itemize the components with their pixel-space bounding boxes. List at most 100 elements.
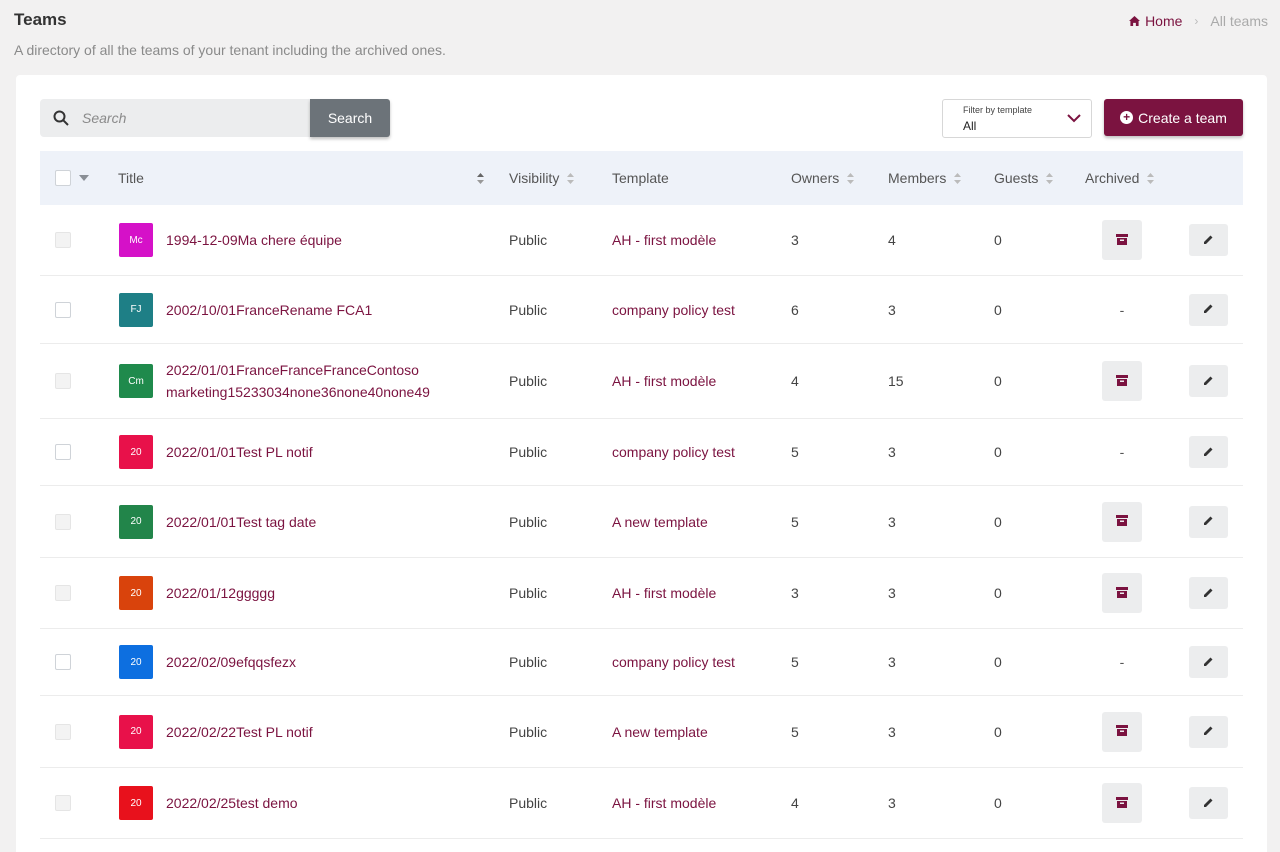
column-archived[interactable]: Archived: [1085, 151, 1155, 205]
column-visibility[interactable]: Visibility: [509, 151, 575, 205]
table-row: 20 2022/01/01Test PL notif Public company p…: [40, 419, 1243, 486]
team-title-link[interactable]: 2022/01/01FranceFranceFranceContoso: [166, 359, 419, 381]
owners-count: 6: [791, 301, 799, 318]
template-link[interactable]: A new template: [612, 724, 708, 740]
archive-button[interactable]: [1102, 711, 1142, 752]
team-avatar: Cm: [119, 364, 153, 398]
owners-count: 5: [791, 654, 799, 670]
caret-down-icon[interactable]: [79, 175, 89, 181]
team-avatar: 20: [119, 714, 153, 749]
visibility-value: Public: [509, 795, 548, 811]
archive-icon: [1116, 514, 1128, 529]
search-box: [40, 99, 310, 137]
select-all-control[interactable]: [55, 151, 89, 205]
visibility-value: Public: [509, 654, 548, 670]
archive-button[interactable]: [1102, 573, 1142, 613]
column-template-label: Template: [612, 170, 669, 186]
team-title-link[interactable]: 2022/02/22Test PL notif: [166, 721, 313, 743]
row-checkbox[interactable]: [55, 373, 71, 389]
guests-count: 0: [994, 444, 1002, 460]
owners-count: 5: [791, 444, 799, 460]
edit-button[interactable]: [1189, 436, 1228, 468]
template-link[interactable]: company policy test: [612, 302, 735, 318]
row-checkbox[interactable]: [55, 585, 71, 601]
edit-button[interactable]: [1189, 224, 1228, 256]
row-checkbox[interactable]: [55, 513, 71, 530]
archive-button[interactable]: [1102, 501, 1142, 542]
row-checkbox[interactable]: [55, 723, 71, 740]
owners-count: 5: [791, 513, 799, 530]
edit-button[interactable]: [1189, 505, 1228, 538]
edit-button[interactable]: [1189, 293, 1228, 326]
guests-count: 0: [994, 585, 1002, 601]
team-avatar: 20: [119, 504, 153, 539]
row-checkbox[interactable]: [55, 795, 71, 811]
table-body: Mc 1994-12-09Ma chere équipe Public AH - fi…: [40, 205, 1243, 839]
members-count: 3: [888, 301, 896, 318]
members-count: 3: [888, 444, 896, 460]
create-team-button[interactable]: + Create a team: [1104, 99, 1243, 136]
guests-count: 0: [994, 513, 1002, 530]
team-title-link[interactable]: 2022/02/09efqqsfezx: [166, 651, 296, 673]
column-guests[interactable]: Guests: [994, 151, 1054, 205]
guests-count: 0: [994, 723, 1002, 740]
sort-icon: [1147, 172, 1155, 184]
team-title-link-continued[interactable]: marketing15233034none36none40none49: [166, 381, 430, 403]
sort-icon: [847, 172, 855, 184]
template-link[interactable]: company policy test: [612, 444, 735, 460]
members-count: 3: [888, 795, 896, 811]
pencil-icon: [1203, 796, 1214, 811]
team-title-link[interactable]: 2022/01/01Test tag date: [166, 511, 316, 533]
edit-button[interactable]: [1189, 646, 1228, 678]
row-checkbox[interactable]: [55, 301, 71, 318]
archive-icon: [1116, 233, 1128, 248]
template-link[interactable]: AH - first modèle: [612, 373, 716, 389]
search-button[interactable]: Search: [310, 99, 390, 137]
edit-button[interactable]: [1189, 365, 1228, 397]
archive-button[interactable]: [1102, 220, 1142, 260]
column-owners[interactable]: Owners: [791, 151, 855, 205]
row-checkbox[interactable]: [55, 654, 71, 670]
edit-button[interactable]: [1189, 715, 1228, 748]
members-count: 15: [888, 373, 904, 389]
edit-button[interactable]: [1189, 577, 1228, 609]
archived-value: -: [1119, 444, 1125, 460]
table-row: 20 2022/01/12ggggg Public AH - first modèle…: [40, 558, 1243, 629]
column-members[interactable]: Members: [888, 151, 962, 205]
column-title[interactable]: Title: [118, 151, 484, 205]
template-link[interactable]: AH - first modèle: [612, 232, 716, 248]
template-link[interactable]: company policy test: [612, 654, 735, 670]
sort-icon: [477, 172, 484, 184]
table-row: FJ 2002/10/01FranceRename FCA1 Public compa…: [40, 276, 1243, 344]
template-link[interactable]: AH - first modèle: [612, 795, 716, 811]
team-title-link[interactable]: 2022/01/01Test PL notif: [166, 441, 313, 463]
team-title-link[interactable]: 2002/10/01FranceRename FCA1: [166, 299, 372, 321]
page-subtitle: A directory of all the teams of your ten…: [14, 42, 446, 58]
breadcrumb: Home › All teams: [1129, 13, 1268, 29]
teams-table: Title Visibility Template Owners Members…: [40, 151, 1243, 839]
archive-button[interactable]: [1102, 361, 1142, 401]
template-link[interactable]: AH - first modèle: [612, 585, 716, 601]
search-input[interactable]: [82, 110, 282, 126]
pencil-icon: [1203, 514, 1214, 529]
template-link[interactable]: A new template: [612, 514, 708, 530]
breadcrumb-separator: ›: [1194, 14, 1199, 28]
teams-card: Search Filter by template All + Create a…: [16, 75, 1267, 852]
members-count: 4: [888, 232, 896, 248]
pencil-icon: [1203, 586, 1214, 601]
archived-value: -: [1119, 654, 1125, 670]
select-all-checkbox[interactable]: [55, 170, 71, 186]
owners-count: 4: [791, 795, 799, 811]
team-title-link[interactable]: 1994-12-09Ma chere équipe: [166, 229, 342, 251]
archive-button[interactable]: [1102, 783, 1142, 823]
breadcrumb-home-link[interactable]: Home: [1129, 13, 1182, 29]
team-title-link[interactable]: 2022/01/12ggggg: [166, 582, 275, 604]
row-checkbox[interactable]: [55, 232, 71, 248]
team-title-link[interactable]: 2022/02/25test demo: [166, 792, 298, 814]
row-checkbox[interactable]: [55, 444, 71, 460]
create-team-label: Create a team: [1138, 109, 1227, 126]
edit-button[interactable]: [1189, 787, 1228, 819]
team-avatar: 20: [119, 786, 153, 820]
team-avatar: Mc: [119, 223, 153, 257]
template-filter-select[interactable]: Filter by template All: [942, 99, 1092, 138]
